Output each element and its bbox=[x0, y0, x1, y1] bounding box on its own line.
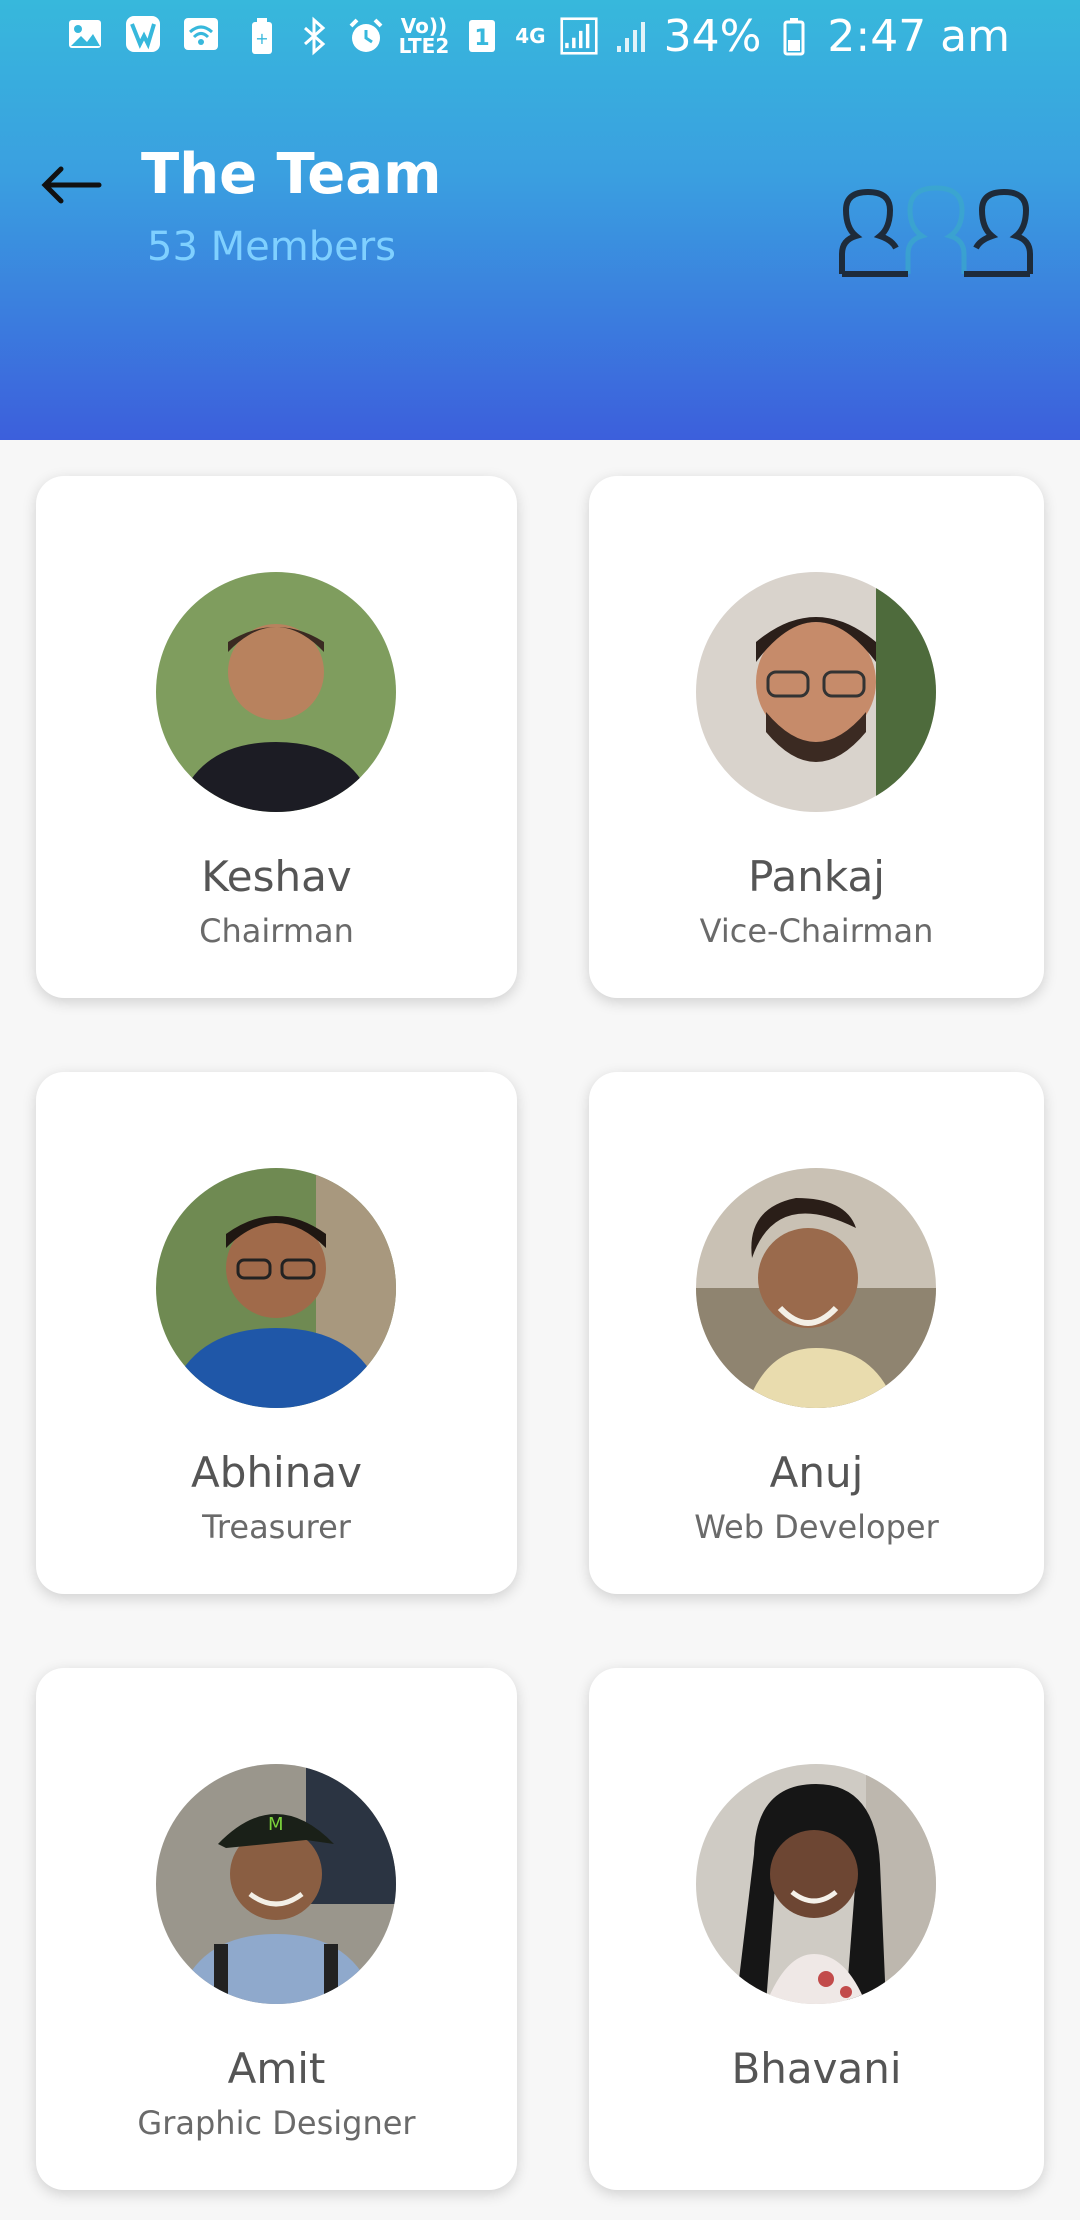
avatar: M bbox=[156, 1764, 396, 2004]
member-role: Graphic Designer bbox=[137, 2104, 416, 2142]
volte-indicator: Vo)) LTE2 bbox=[398, 14, 450, 58]
svg-text:M: M bbox=[268, 1814, 284, 1835]
member-card[interactable]: Abhinav Treasurer bbox=[36, 1072, 517, 1594]
avatar bbox=[696, 572, 936, 812]
member-name: Bhavani bbox=[731, 2044, 902, 2093]
signal-strength-2-icon bbox=[612, 16, 650, 56]
team-group-icon[interactable] bbox=[838, 170, 1034, 282]
saavn-icon bbox=[124, 14, 162, 54]
member-role: Treasurer bbox=[202, 1508, 351, 1546]
member-name: Abhinav bbox=[191, 1448, 362, 1497]
member-role: Vice-Chairman bbox=[699, 912, 934, 950]
member-name: Keshav bbox=[201, 852, 352, 901]
member-card[interactable]: Pankaj Vice-Chairman bbox=[589, 476, 1044, 998]
member-role: Chairman bbox=[199, 912, 354, 950]
member-name: Amit bbox=[227, 2044, 326, 2093]
bluetooth-icon bbox=[295, 16, 333, 56]
signal-strength-icon bbox=[560, 16, 598, 56]
avatar bbox=[696, 1764, 936, 2004]
arrow-left-icon bbox=[41, 166, 102, 204]
wifi-icon bbox=[182, 14, 220, 54]
svg-text:+: + bbox=[255, 29, 268, 48]
back-button[interactable] bbox=[36, 150, 106, 220]
app-header: + Vo)) LTE2 1 4G 34% 2:47 am The Team 53… bbox=[0, 0, 1080, 440]
member-name: Anuj bbox=[769, 1448, 864, 1497]
member-card[interactable]: Anuj Web Developer bbox=[589, 1072, 1044, 1594]
gallery-icon bbox=[66, 14, 104, 54]
sim-number: 1 bbox=[475, 26, 490, 51]
page-title: The Team bbox=[141, 142, 442, 207]
member-role: Web Developer bbox=[694, 1508, 939, 1546]
battery-percent: 34% bbox=[663, 10, 762, 62]
clock-time: 2:47 am bbox=[827, 10, 1010, 62]
status-bar: + Vo)) LTE2 1 4G 34% 2:47 am bbox=[0, 0, 1080, 72]
avatar bbox=[696, 1168, 936, 1408]
network-type: 4G bbox=[515, 24, 546, 48]
avatar bbox=[156, 1168, 396, 1408]
member-name: Pankaj bbox=[748, 852, 885, 901]
member-card[interactable]: Bhavani bbox=[589, 1668, 1044, 2190]
avatar bbox=[156, 572, 396, 812]
members-count: 53 Members bbox=[147, 224, 396, 270]
member-card[interactable]: Keshav Chairman bbox=[36, 476, 517, 998]
battery-icon bbox=[775, 16, 813, 56]
alarm-icon bbox=[347, 16, 385, 56]
battery-saver-icon: + bbox=[243, 16, 281, 56]
sim-icon: 1 bbox=[463, 16, 501, 56]
member-card[interactable]: M Amit Graphic Designer bbox=[36, 1668, 517, 2190]
